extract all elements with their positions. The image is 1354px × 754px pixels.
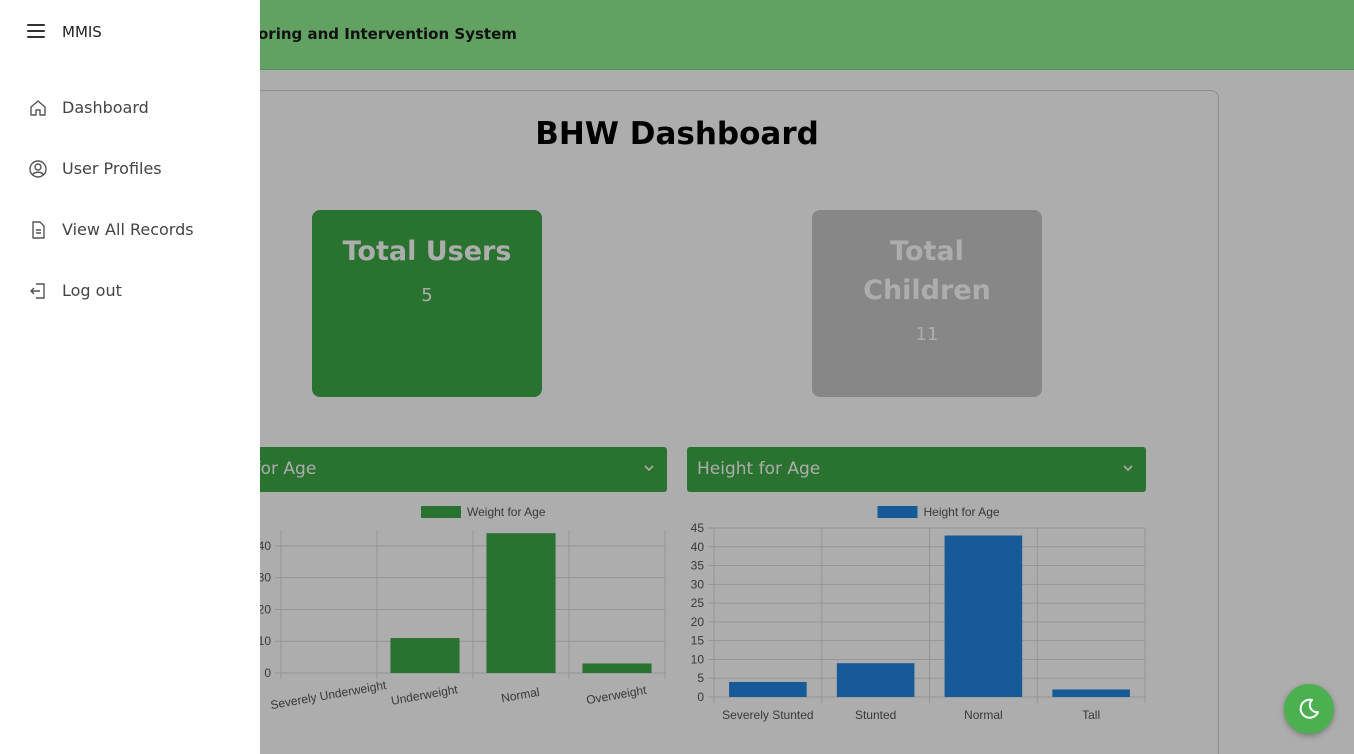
- sidebar-item-dashboard[interactable]: Dashboard: [0, 86, 260, 130]
- moon-icon: [1299, 698, 1319, 719]
- sidebar-item-log-out[interactable]: Log out: [0, 269, 260, 313]
- drawer-title: MMIS: [62, 23, 102, 41]
- user-circle-icon: [29, 160, 47, 178]
- menu-icon[interactable]: [27, 24, 45, 40]
- navigation-drawer: MMIS Dashboard User Profiles View All Re…: [0, 0, 260, 754]
- drawer-header: MMIS: [0, 0, 260, 66]
- theme-toggle-button[interactable]: [1284, 684, 1334, 734]
- sidebar-item-view-all-records[interactable]: View All Records: [0, 208, 260, 252]
- sidebar-item-user-profiles[interactable]: User Profiles: [0, 147, 260, 191]
- sidebar-item-label: User Profiles: [62, 159, 162, 178]
- sidebar-item-label: View All Records: [62, 220, 194, 239]
- home-icon: [30, 100, 46, 116]
- sidebar-item-label: Log out: [62, 281, 122, 300]
- sidebar-item-label: Dashboard: [62, 98, 149, 117]
- logout-icon: [30, 283, 45, 299]
- document-icon: [32, 221, 45, 239]
